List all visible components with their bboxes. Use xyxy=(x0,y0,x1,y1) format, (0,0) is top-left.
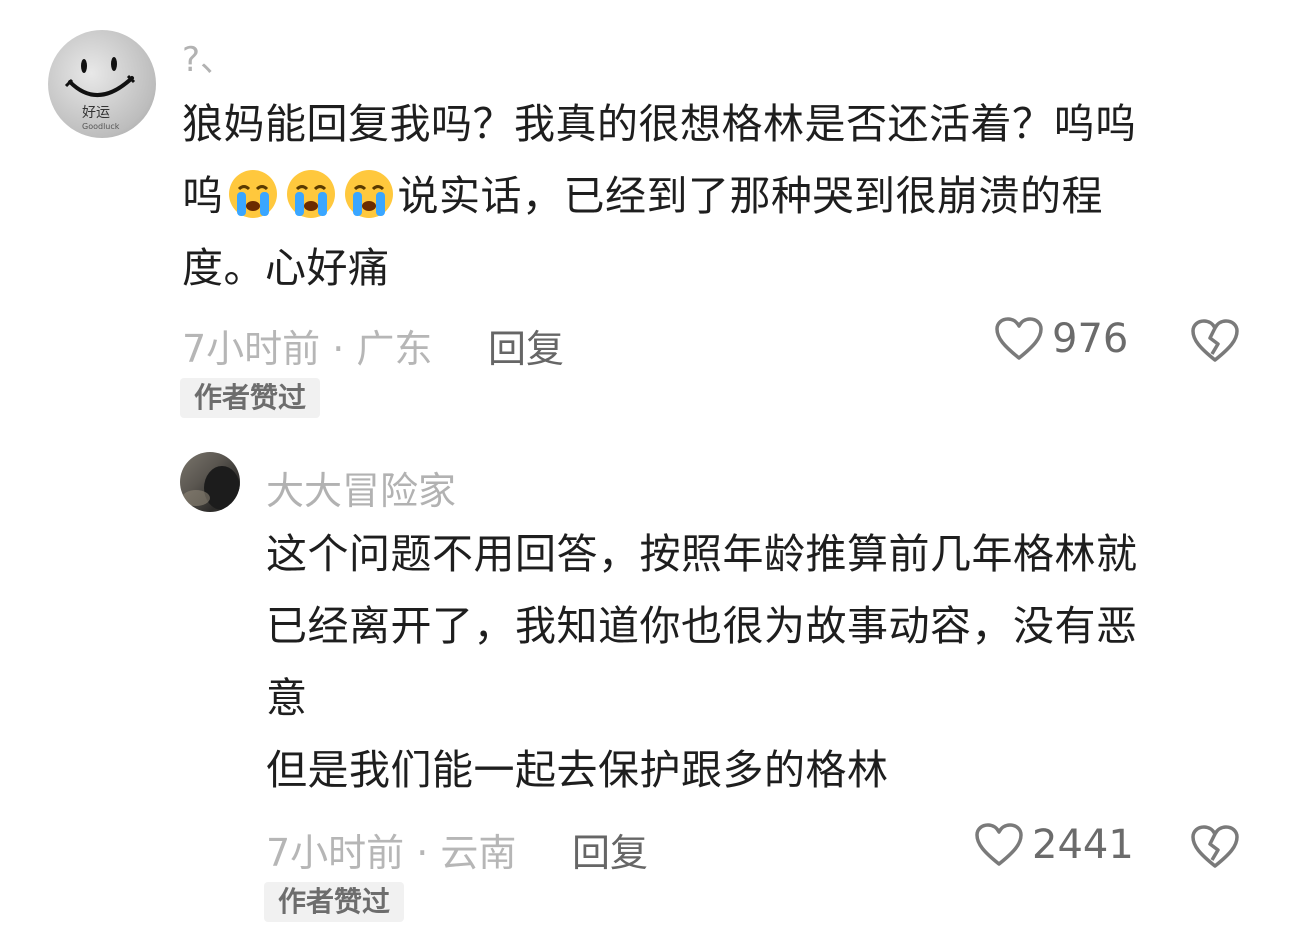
loudly-crying-face-icon xyxy=(224,168,282,220)
dislike-button[interactable] xyxy=(1190,318,1240,368)
heart-outline-icon xyxy=(975,823,1023,866)
reply-button[interactable]: 回复 xyxy=(572,822,648,877)
like-count: 976 xyxy=(1052,316,1129,362)
comment-line: 狼妈能回复我吗？我真的很想格林是否还活着？呜呜 xyxy=(182,100,1137,148)
avatar[interactable] xyxy=(180,452,240,512)
loudly-crying-face-icon xyxy=(282,168,340,220)
reply-line: 但是我们能一起去保护跟多的格林 xyxy=(266,746,889,794)
avatar[interactable]: 好运 Goodluck xyxy=(48,30,156,138)
reply-line: 这个问题不用回答，按照年龄推算前几年格林就 xyxy=(266,530,1138,578)
comment-line: 度。心好痛 xyxy=(182,244,390,292)
avatar-subcaption: Goodluck xyxy=(82,122,120,131)
avatar-caption: 好运 xyxy=(82,105,110,121)
broken-heart-icon xyxy=(1191,825,1239,868)
reply-button[interactable]: 回复 xyxy=(488,318,564,373)
like-button[interactable]: 976 xyxy=(994,316,1128,362)
comment-line: 呜 说实话，已经到了那种哭到很崩溃的程 xyxy=(182,160,1137,232)
dislike-button[interactable] xyxy=(1190,824,1240,874)
like-button[interactable]: 2441 xyxy=(974,822,1134,868)
reply-username[interactable]: 大大冒险家 xyxy=(266,460,456,515)
comment-text: 狼妈能回复我吗？我真的很想格林是否还活着？呜呜 呜 说实话，已经到了那种哭到很崩… xyxy=(182,88,1137,304)
comment-item: 好运 Goodluck ?、 狼妈能回复我吗？我真的很想格林是否还活着？呜呜 呜… xyxy=(0,0,1290,430)
reply-text: 这个问题不用回答，按照年龄推算前几年格林就 已经离开了，我知道你也很为故事动容，… xyxy=(266,518,1138,806)
reply-item: 大大冒险家 这个问题不用回答，按照年龄推算前几年格林就 已经离开了，我知道你也很… xyxy=(0,430,1290,943)
comment-username[interactable]: ?、 xyxy=(182,32,234,81)
reply-time-location: 7小时前 · 云南 xyxy=(266,831,517,875)
like-count: 2441 xyxy=(1032,822,1134,868)
reply-line: 已经离开了，我知道你也很为故事动容，没有恶 xyxy=(266,602,1138,650)
comment-line-segment: 说实话，已经到了那种哭到很崩溃的程 xyxy=(397,172,1103,220)
heart-outline-icon xyxy=(995,317,1043,360)
dark-photo-avatar-art xyxy=(182,466,240,510)
reply-line: 意 xyxy=(266,674,308,722)
comment-time-location: 7小时前 · 广东 xyxy=(182,327,433,371)
loudly-crying-face-icon xyxy=(340,168,398,220)
broken-heart-icon xyxy=(1191,319,1239,362)
author-liked-badge: 作者赞过 xyxy=(264,882,405,922)
author-liked-badge: 作者赞过 xyxy=(180,378,321,418)
comment-line-segment: 呜 xyxy=(182,172,224,220)
